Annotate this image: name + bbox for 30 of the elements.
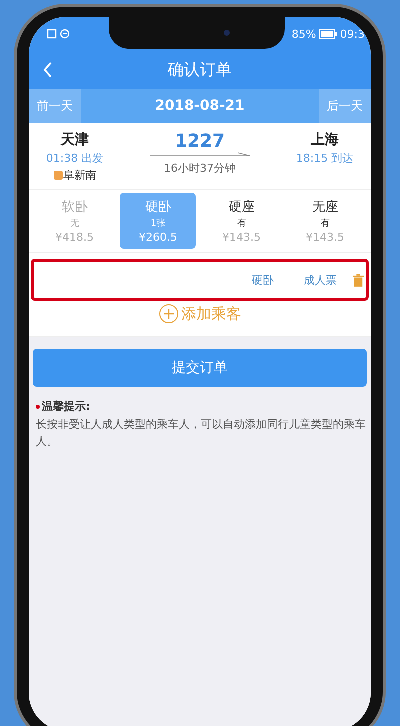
- travel-date: 2018-08-21: [155, 98, 245, 114]
- tips-title: 温馨提示:: [42, 399, 90, 414]
- previous-day-button[interactable]: 前一天: [29, 89, 81, 123]
- camera-icon: [224, 30, 230, 36]
- travel-duration: 16小时37分钟: [164, 161, 236, 176]
- battery-percent: 85%: [292, 28, 316, 40]
- station-name: 阜新南: [64, 168, 96, 183]
- plus-icon: [158, 304, 178, 324]
- seat-option[interactable]: 软卧 无 ¥418.5: [36, 193, 113, 249]
- passenger-row[interactable]: 硬卧 成人票: [31, 259, 369, 301]
- departure-time: 01:38 出发: [46, 151, 104, 166]
- departure-city: 天津: [61, 131, 89, 149]
- arrival-time: 18:15 到达: [296, 151, 354, 166]
- train-number: 1227: [174, 131, 226, 152]
- battery-icon: [319, 29, 338, 39]
- clock: 09:3: [340, 28, 365, 40]
- trash-icon[interactable]: [353, 274, 364, 286]
- add-passenger-button[interactable]: 添加乘客: [158, 304, 242, 324]
- submit-order-button[interactable]: 提交订单: [33, 349, 367, 387]
- back-icon[interactable]: [43, 61, 53, 79]
- next-day-button[interactable]: 后一天: [319, 89, 371, 123]
- page-title: 确认订单: [168, 60, 232, 80]
- seat-option[interactable]: 无座 有 ¥143.5: [287, 193, 364, 249]
- seat-option[interactable]: 硬座 有 ¥143.5: [204, 193, 280, 249]
- tips-text: 长按非受让人成人类型的乘车人，可以自动添加同行儿童类型的乘车人。: [35, 417, 367, 450]
- passenger-seat: 硬卧: [252, 272, 274, 288]
- seat-option[interactable]: 硬卧 1张 ¥260.5: [120, 193, 196, 249]
- ticket-type: 成人票: [304, 272, 337, 288]
- station-badge-icon: [54, 171, 62, 180]
- arrival-city: 上海: [311, 131, 339, 149]
